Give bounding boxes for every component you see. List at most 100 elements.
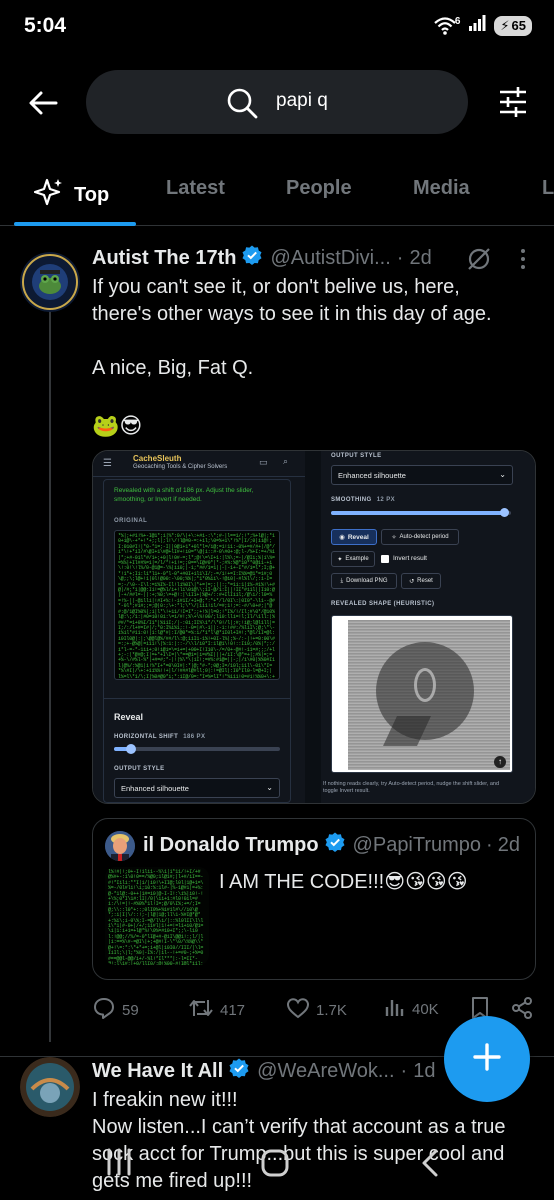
verified-badge-icon [325,832,345,858]
more-options-icon[interactable] [516,248,530,275]
like-count: 1.7K [316,1001,347,1019]
quoted-author-name: il Donaldo Trumpo [143,833,319,856]
search-icon: ⌕ [283,456,289,466]
original-matrix-image: *%|;+#1!%+-I@1*;i|%*:0/\|+\:+#i-:\*;#-|l… [114,530,280,680]
shift-value: 186 PX [183,734,206,740]
download-label: Download PNG [346,578,388,584]
menu-icon: ☰ [103,458,112,469]
author-name[interactable]: We Have It All [92,1060,223,1083]
views-icon [384,996,406,1022]
status-icons: 6 ⚡ 65 [433,14,532,37]
tab-lists[interactable]: L [542,177,554,200]
original-label: ORIGINAL [114,518,148,524]
quoted-post[interactable]: il Donaldo Trumpo @PapiTrumpo · 2d l%!#|… [92,818,536,980]
wifi-icon: 6 [433,15,461,36]
output-label: OUTPUT STYLE [114,766,165,772]
quoted-author-handle: @PapiTrumpo [352,833,482,856]
charging-icon: ⚡ [500,17,510,33]
author-handle[interactable]: @WeAreWok... [257,1060,394,1083]
clock: 5:04 [24,14,67,37]
auto-detect-button: ✧ Auto-detect period [381,529,459,545]
app-subtitle: Geocaching Tools & Cipher Solvers [133,464,228,470]
post-image[interactable]: ☰ CacheSleuth Geocaching Tools & Cipher … [92,450,536,804]
author-handle[interactable]: @AutistDivi... [270,247,390,270]
post-emojis: 🐸😎 [92,413,143,438]
network-type: 6 [454,15,461,27]
quoted-post-time: 2d [497,833,520,856]
separator-dot: · [400,1059,408,1082]
reply-icon [92,996,116,1024]
tab-top-label: Top [74,183,110,206]
smoothing-label: SMOOTHING [331,497,372,503]
search-tabs: Top Latest People Media L [0,160,554,226]
revealed-q-letter [414,668,436,702]
shift-label-row: HORIZONTAL SHIFT 186 PX [114,734,205,740]
revealed-shape-image: ↑ [331,615,513,773]
like-button[interactable]: 1.7K [286,996,347,1024]
home-icon[interactable] [260,1148,290,1183]
avatar[interactable] [20,252,80,312]
repost-button[interactable]: 417 [188,996,245,1024]
search-filters-icon[interactable] [498,86,528,123]
search-input[interactable]: papi q [86,70,468,134]
smoothing-label-row: SMOOTHING 12 PX [331,497,395,503]
plus-icon [471,1041,503,1078]
grok-icon[interactable] [466,246,492,277]
views-count: 40K [412,1000,439,1018]
quoted-avatar[interactable] [105,831,135,861]
separator-dot: · [486,833,493,856]
eye-icon: ◉ [339,534,345,541]
author-name[interactable]: Autist The 17th [92,247,236,270]
tab-media[interactable]: Media [413,177,470,200]
avatar[interactable] [20,1057,80,1117]
search-header: papi q [0,66,554,138]
repost-count: 417 [220,1001,246,1019]
smoothing-slider [331,508,511,517]
tab-top[interactable]: Top [33,177,110,213]
reveal-button: ◉ Reveal [331,529,377,545]
revealed-q-tail [383,716,431,746]
search-query: papi q [276,90,328,111]
output-select-top: Enhanced silhouette ⌄ [331,465,513,485]
tab-people[interactable]: People [286,177,352,200]
reveal-button-label: Reveal [347,533,369,541]
system-nav-bar [0,1140,554,1200]
back-arrow-icon[interactable] [26,86,60,120]
compose-button[interactable] [444,1016,530,1102]
shift-slider-thumb [125,744,136,754]
quoted-text: I AM THE CODE!!!😎😘😘😘 [219,871,468,893]
reply-button[interactable]: 59 [92,996,139,1024]
share-icon [510,996,534,1024]
revealed-q-shape [376,642,474,746]
image-card: Revealed with a shift of 186 px. Adjust … [103,479,291,803]
invert-label: Invert result [393,555,427,562]
app-title: CacheSleuth [133,454,182,463]
verified-badge-icon [242,245,262,271]
active-tab-indicator [14,222,136,226]
signal-icon [468,14,486,37]
repost-icon [188,996,214,1024]
reply-count: 59 [122,1001,139,1019]
invert-checkbox [381,555,389,563]
sparkle-icon: ✦ [337,556,343,563]
download-icon: ⤓ [340,577,344,584]
auto-detect-label: Auto-detect period [399,534,449,540]
share-button[interactable] [510,996,534,1024]
reveal-heading: Reveal [114,712,144,722]
post-header: Autist The 17th @AutistDivi... · 2d [92,244,432,272]
example-label: Example [345,556,369,562]
battery-indicator: ⚡ 65 [494,15,532,36]
shift-label: HORIZONTAL SHIFT [114,734,179,740]
example-button: ✦ Example [331,551,375,567]
image-left-panel: ☰ CacheSleuth Geocaching Tools & Cipher … [93,451,305,803]
views-button[interactable]: 40K [384,996,439,1022]
shift-slider [114,744,280,754]
verified-badge-icon [229,1058,249,1084]
quoted-matrix-image[interactable]: l%!#|!;0+-I!1li1--%\1|1*11/!+I/+#@%#+-:i… [105,867,209,965]
revealed-noise-area [348,620,510,770]
tab-latest[interactable]: Latest [166,177,225,200]
image-right-panel: OUTPUT STYLE Enhanced silhouette ⌄ SMOOT… [321,451,535,803]
back-icon[interactable] [420,1148,440,1183]
reset-icon: ↺ [409,578,415,585]
recent-apps-icon[interactable] [104,1148,134,1181]
